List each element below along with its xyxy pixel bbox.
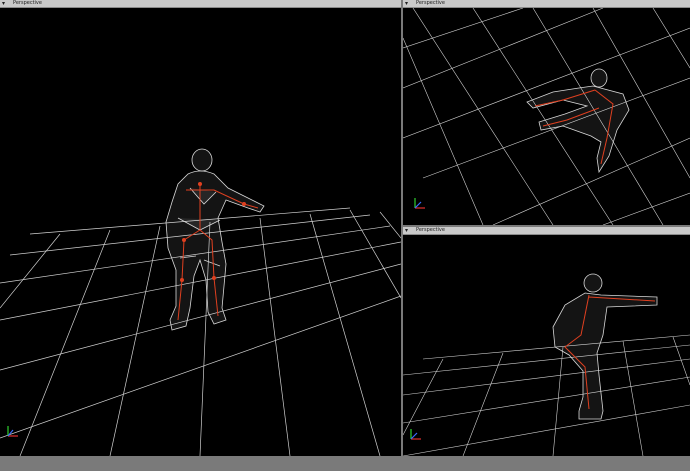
viewport-main[interactable]: ▾ Perspective <box>0 0 401 456</box>
axis-gizmo <box>414 198 425 209</box>
character-mesh <box>552 273 658 420</box>
character-mesh <box>165 148 265 331</box>
status-bar <box>0 456 690 471</box>
ground-grid <box>403 334 690 456</box>
viewport-label[interactable]: Perspective <box>13 0 42 7</box>
viewport-menu-icon[interactable]: ▾ <box>405 227 411 234</box>
ground-grid <box>403 8 690 225</box>
axis-gizmo <box>7 426 18 437</box>
viewport-menu-icon[interactable]: ▾ <box>2 0 8 7</box>
viewport-label[interactable]: Perspective <box>416 227 445 234</box>
viewport-header: ▾ Perspective <box>403 227 690 235</box>
viewport-header: ▾ Perspective <box>403 0 690 8</box>
viewport-menu-icon[interactable]: ▾ <box>405 0 411 7</box>
viewport-header: ▾ Perspective <box>0 0 401 8</box>
axis-gizmo <box>410 429 421 440</box>
scene-render <box>0 148 401 456</box>
viewport-top-right[interactable]: ▾ Perspective <box>403 0 690 225</box>
viewport-label[interactable]: Perspective <box>416 0 445 7</box>
scene-render <box>403 273 690 456</box>
scene-render <box>403 8 690 225</box>
viewport-bottom-right[interactable]: ▾ Perspective <box>403 227 690 456</box>
